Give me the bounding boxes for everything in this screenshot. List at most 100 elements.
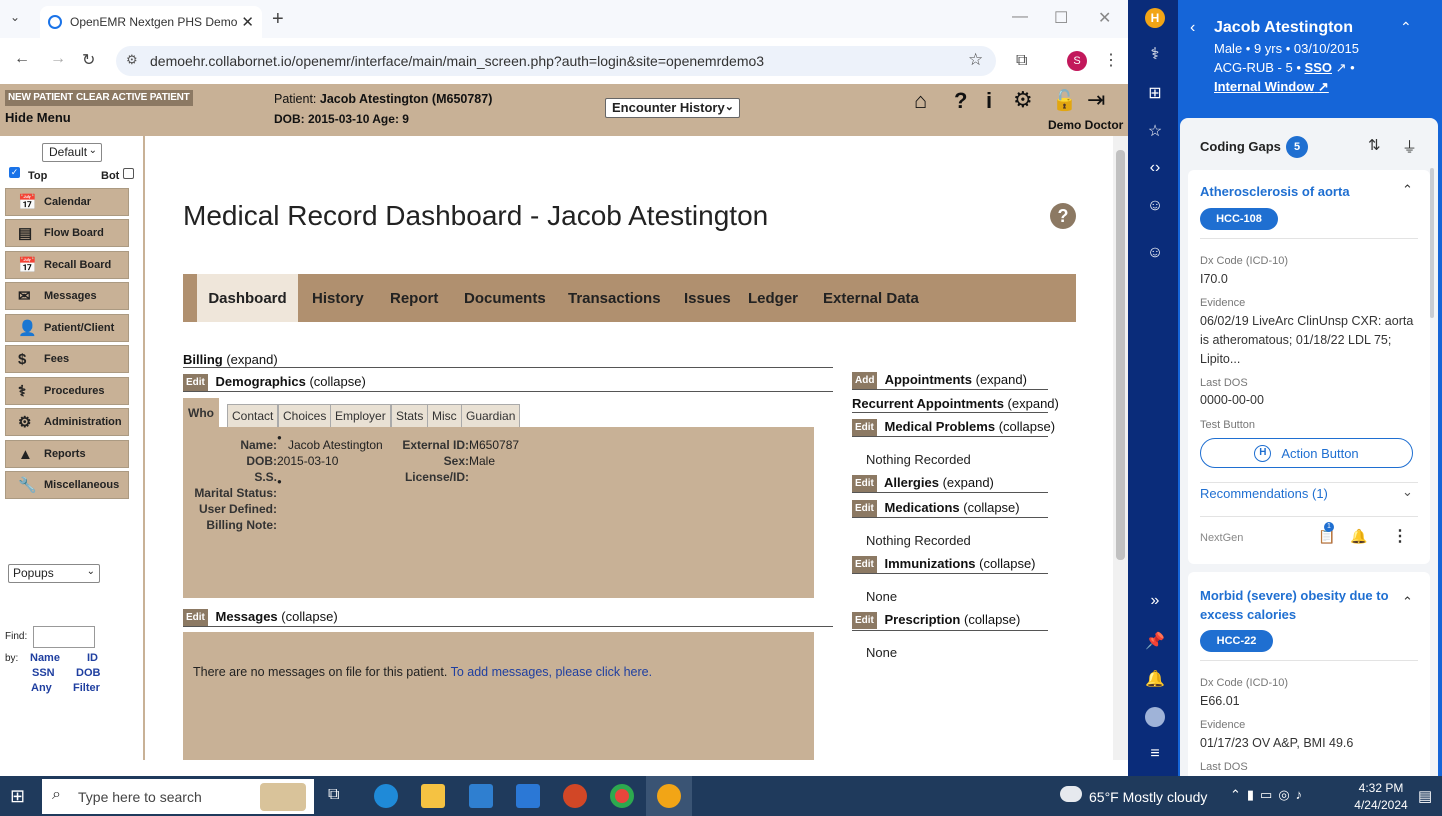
top-checkbox[interactable]: ✓ [9, 167, 20, 178]
notification-icon[interactable]: ▤ [1418, 787, 1432, 805]
weather-text[interactable]: 65°F Mostly cloudy [1089, 789, 1207, 805]
menu-flow-board[interactable]: ▤ Flow Board [5, 219, 129, 247]
menu-administration[interactable]: ⚙ Administration [5, 408, 129, 436]
avatar[interactable] [1145, 707, 1165, 727]
tab-issues[interactable]: Issues [684, 274, 731, 322]
sso-link[interactable]: SSO [1305, 60, 1332, 75]
menu-procedures[interactable]: ⚕ Procedures [5, 377, 129, 405]
mail-icon[interactable] [516, 784, 540, 808]
chrome-icon[interactable] [610, 784, 634, 808]
medical-problems-collapse[interactable]: (collapse) [999, 419, 1055, 434]
recurrent-expand[interactable]: (expand) [1008, 396, 1059, 411]
gap-title[interactable]: Atherosclerosis of aorta [1200, 184, 1350, 199]
minimize-icon[interactable]: — [1012, 8, 1028, 26]
filter-icon[interactable]: ⏚ [1402, 136, 1417, 157]
extensions-icon[interactable]: ⧉ [1016, 52, 1027, 70]
allergies-edit-button[interactable]: Edit [852, 475, 877, 492]
user-transfer-icon[interactable]: ☺ [1145, 244, 1165, 264]
browser-menu-icon[interactable]: ⋮ [1103, 50, 1119, 70]
tab-close-icon[interactable]: ✕ [241, 13, 254, 31]
nextgen-app-icon[interactable] [657, 784, 681, 808]
nextgen-logo-icon[interactable]: H [1145, 8, 1165, 28]
profile-avatar[interactable]: S [1067, 51, 1087, 71]
file-explorer-icon[interactable] [421, 784, 445, 808]
demo-tab-who[interactable]: Who [183, 398, 219, 428]
recurrent-appointments-header[interactable]: Recurrent Appointments (expand) [852, 396, 1059, 411]
tab-external-data[interactable]: External Data [823, 274, 919, 322]
settings-gear-icon[interactable]: ⚙ [1013, 87, 1033, 113]
messages-collapse[interactable]: (collapse) [281, 609, 337, 624]
scrollbar-thumb[interactable] [1116, 150, 1125, 560]
demo-tab-employer[interactable]: Employer [330, 404, 391, 428]
gap-title[interactable]: Morbid (severe) obesity due to excess ca… [1200, 586, 1390, 624]
medical-problems-edit-button[interactable]: Edit [852, 419, 877, 436]
medical-bag-icon[interactable]: ⊞ [1145, 83, 1165, 103]
close-window-icon[interactable]: ✕ [1098, 8, 1111, 28]
internal-window-link[interactable]: Internal Window ↗ [1214, 79, 1329, 95]
address-bar[interactable]: ⚙ demoehr.collabornet.io/openemr/interfa… [116, 46, 996, 76]
tab-documents[interactable]: Documents [464, 274, 546, 322]
clock-time[interactable]: 4:32 PM [1351, 781, 1411, 795]
demo-tab-choices[interactable]: Choices [278, 404, 332, 428]
encounter-history-select[interactable]: Encounter History ⌄ [605, 98, 740, 118]
back-chevron-icon[interactable]: ‹ [1190, 19, 1195, 37]
recommendations-toggle[interactable]: Recommendations (1) [1200, 486, 1328, 501]
prescription-collapse[interactable]: (collapse) [964, 612, 1020, 627]
appointments-expand[interactable]: (expand) [976, 372, 1027, 387]
tab-report[interactable]: Report [390, 274, 438, 322]
add-messages-link[interactable]: To add messages, please click here. [451, 665, 653, 679]
bell-snooze-icon[interactable]: 🔔 [1350, 528, 1367, 545]
tab-ledger[interactable]: Ledger [748, 274, 798, 322]
view-select[interactable]: Default ⌄ [42, 143, 102, 162]
menu-calendar[interactable]: 📅 Calendar [5, 188, 129, 216]
more-options-icon[interactable]: ⋮ [1392, 526, 1408, 546]
maximize-icon[interactable]: ☐ [1054, 8, 1068, 28]
find-filter-link[interactable]: Filter [73, 682, 100, 694]
collapse-chevron-icon[interactable]: ⌃ [1400, 19, 1412, 36]
edge-browser-icon[interactable] [374, 784, 398, 808]
site-info-icon[interactable]: ⚙ [126, 52, 138, 68]
popups-select[interactable]: Popups ⌄ [8, 564, 100, 583]
find-by-ssn-link[interactable]: SSN [32, 667, 55, 679]
demographics-edit-button[interactable]: Edit [183, 374, 208, 391]
immunizations-edit-button[interactable]: Edit [852, 556, 877, 573]
demographics-collapse[interactable]: (collapse) [309, 374, 365, 389]
star-icon[interactable]: ☆ [1145, 121, 1165, 141]
bell-icon[interactable]: 🔔 [1145, 669, 1165, 689]
medications-collapse[interactable]: (collapse) [963, 500, 1019, 515]
hamburger-menu-icon[interactable]: ≡ [1145, 745, 1165, 765]
medications-edit-button[interactable]: Edit [852, 500, 877, 517]
find-by-id-link[interactable]: ID [87, 652, 98, 664]
find-any-link[interactable]: Any [31, 682, 52, 694]
task-view-icon[interactable]: ⧉ [328, 786, 339, 804]
menu-recall-board[interactable]: 📅 Recall Board [5, 251, 129, 279]
reload-icon[interactable]: ↻ [82, 50, 95, 70]
help-icon[interactable]: ? [954, 88, 967, 114]
side-scrollbar-thumb[interactable] [1430, 168, 1434, 318]
demo-tab-guardian[interactable]: Guardian [461, 404, 521, 428]
lock-icon[interactable]: 🔓 [1052, 88, 1077, 113]
store-icon[interactable] [469, 784, 493, 808]
find-by-dob-link[interactable]: DOB [76, 667, 100, 679]
bookmark-star-icon[interactable]: ☆ [968, 50, 983, 70]
powerpoint-icon[interactable] [563, 784, 587, 808]
user-referral-icon[interactable]: ☺ [1145, 197, 1165, 217]
patient-value[interactable]: Jacob Atestington (M650787) [320, 92, 493, 106]
demo-tab-stats[interactable]: Stats [391, 404, 429, 428]
help-icon[interactable]: ? [1050, 203, 1076, 229]
hide-menu-link[interactable]: Hide Menu [5, 110, 71, 125]
browser-tab[interactable]: OpenEMR Nextgen PHS Demo ✕ [40, 6, 262, 38]
logout-icon[interactable]: ⇥ [1087, 87, 1105, 113]
action-button[interactable]: H Action Button [1200, 438, 1413, 468]
system-tray-icons[interactable]: ⌃▮▭◎♪ [1230, 787, 1308, 803]
new-tab-icon[interactable]: + [272, 8, 284, 31]
code-icon[interactable]: ‹› [1145, 159, 1165, 179]
demo-tab-misc[interactable]: Misc [427, 404, 462, 428]
immunizations-collapse[interactable]: (collapse) [979, 556, 1035, 571]
chevron-up-icon[interactable]: ⌃ [1402, 182, 1413, 198]
allergies-expand[interactable]: (expand) [943, 475, 994, 490]
bot-checkbox[interactable] [123, 168, 134, 179]
menu-messages[interactable]: ✉ Messages [5, 282, 129, 310]
info-icon[interactable]: i [986, 88, 992, 114]
billing-section-header[interactable]: Billing (expand) [183, 352, 278, 367]
